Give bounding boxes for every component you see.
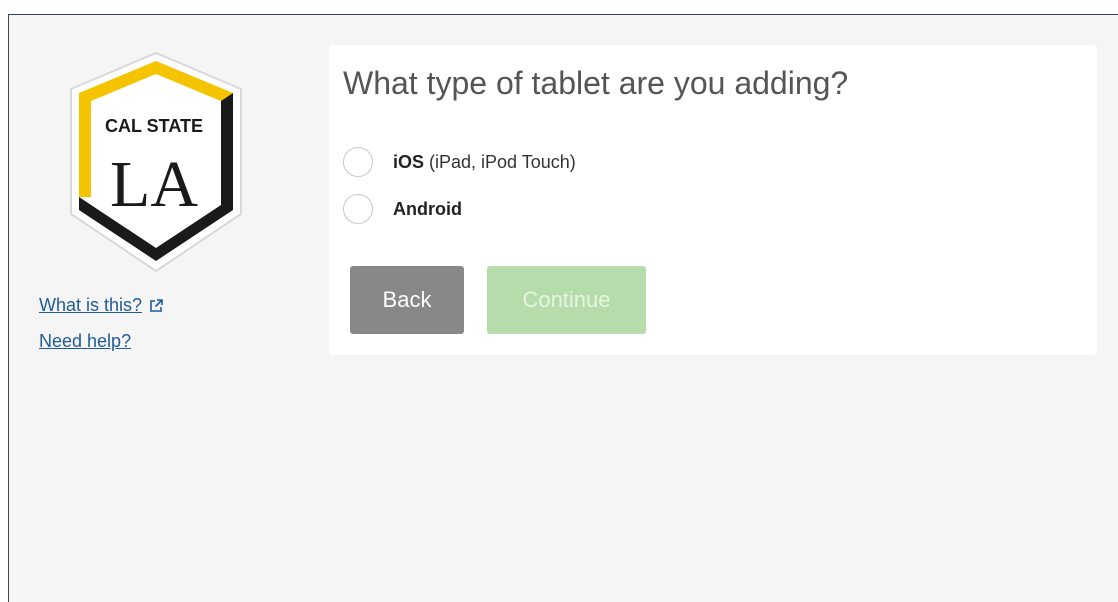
back-button[interactable]: Back	[350, 266, 464, 334]
logo-line2: LA	[110, 148, 198, 221]
option-ios-label: iOS (iPad, iPod Touch)	[393, 152, 576, 173]
external-link-icon	[148, 298, 164, 314]
tablet-type-card: What type of tablet are you adding? iOS(…	[329, 45, 1097, 355]
logo-line1: CAL STATE	[105, 116, 203, 136]
option-ios[interactable]: iOS (iPad, iPod Touch)	[343, 147, 576, 177]
option-android-name: Android	[393, 198, 462, 219]
sidebar: CAL STATE LA What is this? Need help?	[9, 15, 319, 602]
page-title: What type of tablet are you adding?	[343, 65, 849, 101]
option-ios-detail: (iPad, iPod Touch)	[429, 151, 576, 172]
option-android-label: Android	[393, 199, 462, 220]
cal-state-la-logo: CAL STATE LA	[65, 49, 247, 275]
option-android[interactable]: Android	[343, 194, 462, 224]
what-is-this-link[interactable]: What is this?	[39, 295, 164, 316]
option-ios-name: iOS	[393, 151, 425, 172]
continue-button[interactable]: Continue	[487, 266, 646, 334]
need-help-label: Need help?	[39, 331, 132, 351]
radio-ios[interactable]	[343, 147, 373, 177]
radio-android[interactable]	[343, 194, 373, 224]
need-help-link[interactable]: Need help?	[39, 331, 131, 352]
what-is-this-label: What is this?	[39, 295, 143, 315]
app-frame: CAL STATE LA What is this? Need help? Wh…	[8, 14, 1118, 602]
